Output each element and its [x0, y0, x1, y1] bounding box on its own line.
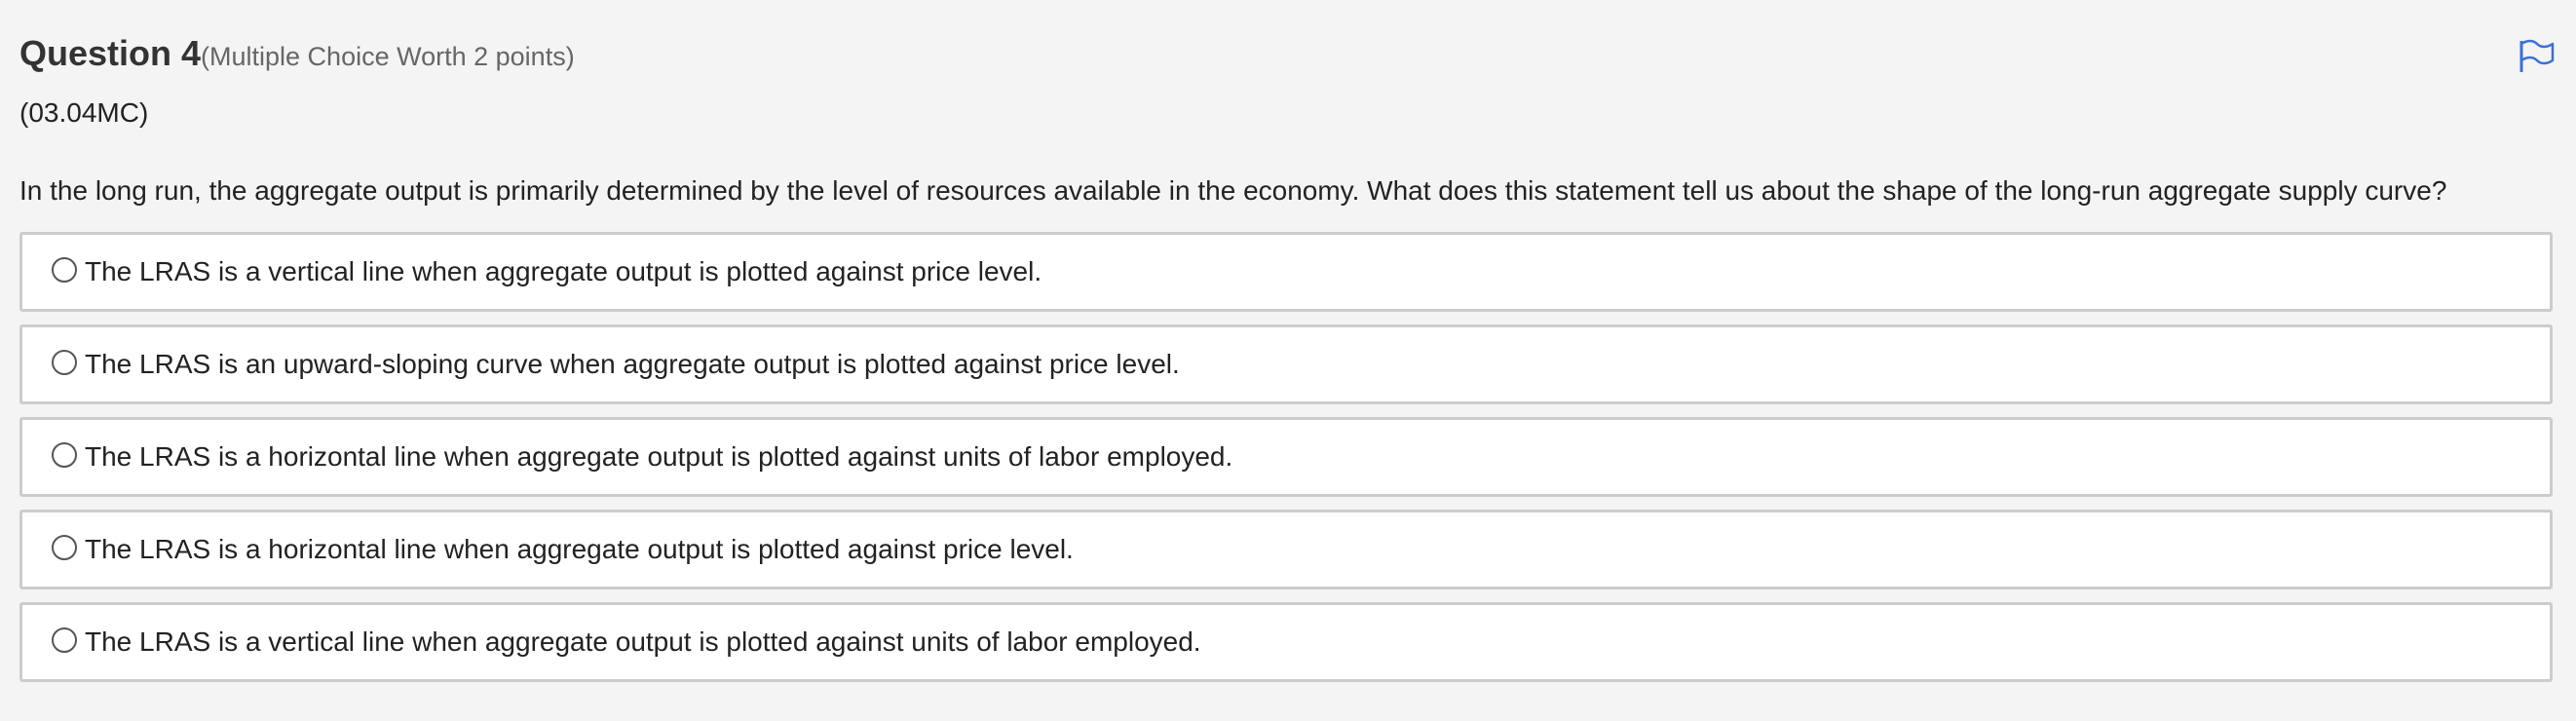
question-title: Question 4: [19, 33, 202, 73]
answer-option-1[interactable]: The LRAS is a vertical line when aggrega…: [19, 232, 2553, 312]
flag-icon: [2519, 39, 2555, 72]
answer-option-4[interactable]: The LRAS is a horizontal line when aggre…: [19, 510, 2553, 589]
question-stem: In the long run, the aggregate output is…: [19, 175, 2447, 206]
answer-option-2[interactable]: The LRAS is an upward-sloping curve when…: [19, 324, 2553, 404]
answer-option-label: The LRAS is a vertical line when aggrega…: [85, 256, 1042, 286]
question-header: Question 4 (Multiple Choice Worth 2 poin…: [19, 33, 575, 82]
radio-button[interactable]: [52, 535, 77, 560]
question-code: (03.04MC): [19, 97, 149, 128]
answer-option-5[interactable]: The LRAS is a vertical line when aggrega…: [19, 602, 2553, 682]
radio-button[interactable]: [52, 627, 77, 653]
answer-option-label: The LRAS is a vertical line when aggrega…: [85, 626, 1201, 657]
flag-button[interactable]: [2518, 39, 2557, 74]
radio-button[interactable]: [52, 350, 77, 375]
answer-option-label: The LRAS is a horizontal line when aggre…: [85, 534, 1074, 564]
radio-button[interactable]: [52, 257, 77, 283]
radio-button[interactable]: [52, 442, 77, 468]
answer-options: The LRAS is a vertical line when aggrega…: [19, 232, 2553, 695]
question-worth: (Multiple Choice Worth 2 points): [201, 42, 575, 71]
answer-option-label: The LRAS is an upward-sloping curve when…: [85, 349, 1180, 379]
answer-option-label: The LRAS is a horizontal line when aggre…: [85, 441, 1233, 472]
answer-option-3[interactable]: The LRAS is a horizontal line when aggre…: [19, 417, 2553, 497]
